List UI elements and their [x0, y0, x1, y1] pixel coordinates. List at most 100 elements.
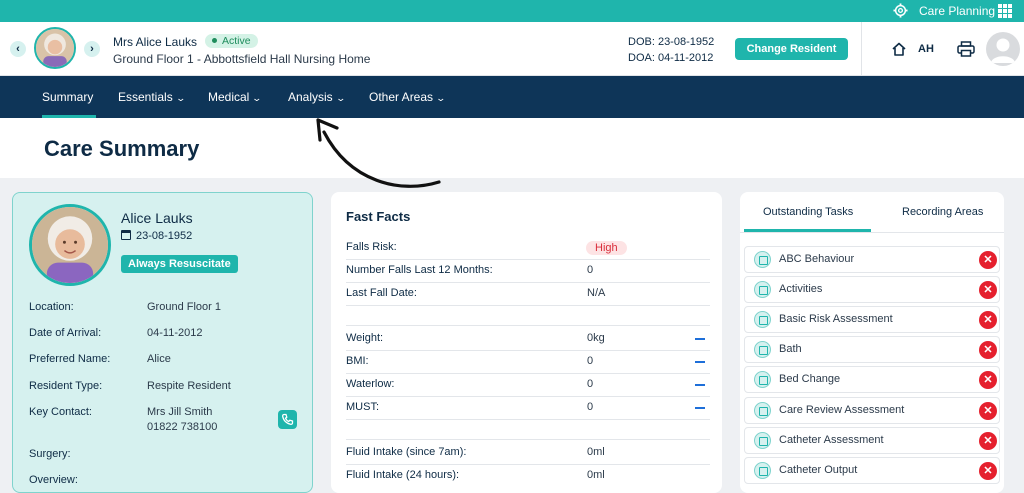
- annotation-arrow-icon: [316, 118, 441, 188]
- task-label: ABC Behaviour: [779, 253, 855, 265]
- top-bar: Care Planning: [0, 0, 1024, 22]
- task-icon: [754, 341, 771, 358]
- close-icon[interactable]: ✕: [979, 371, 997, 389]
- fast-facts-card: Fast Facts Falls Risk: High Number Falls…: [331, 192, 722, 493]
- phone-icon: [282, 413, 294, 425]
- print-icon[interactable]: [957, 41, 975, 57]
- must-label: MUST:: [346, 401, 379, 413]
- last-fall-value: N/A: [587, 287, 606, 299]
- overview-label: Overview:: [29, 474, 78, 486]
- falls-count-label: Number Falls Last 12 Months:: [346, 264, 493, 276]
- fact-row: Weight: 0kg: [346, 328, 710, 351]
- resident-location: Ground Floor 1 - Abbottsfield Hall Nursi…: [113, 52, 371, 66]
- last-fall-label: Last Fall Date:: [346, 287, 417, 299]
- change-resident-button[interactable]: Change Resident: [735, 38, 848, 60]
- tab-medical[interactable]: Medical ⌄: [208, 90, 263, 104]
- close-icon[interactable]: ✕: [979, 462, 997, 480]
- close-icon[interactable]: ✕: [979, 311, 997, 329]
- fact-row: Fluid Intake (since 7am): 0ml: [346, 442, 710, 465]
- chevron-down-icon: ⌄: [175, 93, 186, 103]
- resident-header: ‹ › Mrs Alice Lauks Active Ground Floor …: [0, 22, 1024, 76]
- resident-avatar: [34, 27, 76, 69]
- task-icon: [754, 311, 771, 328]
- task-item[interactable]: Catheter Assessment ✕: [744, 427, 1000, 454]
- task-label: Catheter Output: [779, 464, 858, 476]
- tab-summary[interactable]: Summary: [42, 90, 93, 104]
- key-contact-label: Key Contact:: [29, 406, 92, 418]
- chevron-down-icon: ⌄: [335, 93, 346, 103]
- fact-spacer: [346, 420, 710, 440]
- tab-analysis[interactable]: Analysis ⌄: [288, 90, 346, 104]
- task-item[interactable]: Basic Risk Assessment ✕: [744, 306, 1000, 333]
- task-item[interactable]: Bath ✕: [744, 336, 1000, 363]
- status-dot-icon: [212, 38, 217, 43]
- task-item[interactable]: Catheter Output ✕: [744, 457, 1000, 484]
- task-item[interactable]: Care Review Assessment ✕: [744, 397, 1000, 424]
- chevron-down-icon: ⌄: [435, 93, 447, 103]
- resident-photo: [29, 204, 111, 286]
- arrival-label: Date of Arrival:: [29, 327, 102, 339]
- status-badge: Active: [205, 34, 258, 48]
- tab-recording-areas[interactable]: Recording Areas: [902, 206, 983, 218]
- fact-row: BMI: 0: [346, 351, 710, 374]
- fluid-24h-value: 0ml: [587, 469, 605, 481]
- care-planning-link[interactable]: Care Planning: [919, 4, 995, 18]
- location-value: Ground Floor 1: [147, 301, 221, 313]
- task-icon: [754, 281, 771, 298]
- gear-icon[interactable]: [893, 3, 908, 18]
- resident-dob: DOB: 23-08-1952: [628, 36, 715, 48]
- waterlow-label: Waterlow:: [346, 378, 395, 390]
- apps-grid-icon[interactable]: [998, 4, 1012, 18]
- fast-facts-title: Fast Facts: [346, 209, 411, 224]
- task-label: Bath: [779, 343, 802, 355]
- task-label: Basic Risk Assessment: [779, 313, 893, 325]
- task-label: Activities: [779, 283, 823, 295]
- task-icon: [754, 462, 771, 479]
- close-icon[interactable]: ✕: [979, 251, 997, 269]
- resident-name: Mrs Alice Lauks: [113, 35, 198, 49]
- profile-dob-value: 23-08-1952: [136, 230, 193, 242]
- falls-risk-label: Falls Risk:: [346, 241, 397, 253]
- task-item[interactable]: Activities ✕: [744, 276, 1000, 303]
- chevron-down-icon: ⌄: [251, 93, 263, 103]
- fluid-7am-label: Fluid Intake (since 7am):: [346, 446, 467, 458]
- task-item[interactable]: Bed Change ✕: [744, 366, 1000, 393]
- fluid-24h-label: Fluid Intake (24 hours):: [346, 469, 460, 481]
- task-label: Bed Change: [779, 373, 841, 385]
- page-title: Care Summary: [44, 136, 200, 161]
- user-initials[interactable]: AH: [918, 43, 934, 55]
- tab-essentials[interactable]: Essentials ⌄: [118, 90, 186, 104]
- tab-other-areas-label: Other Areas: [369, 90, 434, 104]
- close-icon[interactable]: ✕: [979, 432, 997, 450]
- preferred-name-label: Preferred Name:: [29, 353, 111, 365]
- user-avatar-icon[interactable]: [986, 32, 1020, 66]
- close-icon[interactable]: ✕: [979, 281, 997, 299]
- resuscitation-badge: Always Resuscitate: [121, 255, 238, 273]
- trend-flat-icon: [695, 361, 705, 363]
- fact-row: Number Falls Last 12 Months: 0: [346, 260, 710, 283]
- fact-row: Last Fall Date: N/A: [346, 283, 710, 306]
- tab-outstanding-tasks[interactable]: Outstanding Tasks: [763, 206, 853, 218]
- fact-row: Fluid Intake (24 hours): 0ml: [346, 465, 710, 488]
- home-icon[interactable]: [891, 41, 907, 57]
- close-icon[interactable]: ✕: [979, 402, 997, 420]
- task-icon: [754, 251, 771, 268]
- key-contact-phone: 01822 738100: [147, 421, 218, 433]
- trend-flat-icon: [695, 338, 705, 340]
- key-contact-name: Mrs Jill Smith: [147, 406, 213, 418]
- must-value: 0: [587, 401, 594, 413]
- previous-resident-button[interactable]: ‹: [10, 41, 26, 57]
- task-label: Care Review Assessment: [779, 404, 905, 416]
- falls-risk-badge: High: [586, 241, 627, 255]
- task-icon: [754, 371, 771, 388]
- close-icon[interactable]: ✕: [979, 341, 997, 359]
- location-label: Location:: [29, 301, 74, 313]
- next-resident-button[interactable]: ›: [84, 41, 100, 57]
- tab-other-areas[interactable]: Other Areas ⌄: [369, 90, 447, 104]
- task-item[interactable]: ABC Behaviour ✕: [744, 246, 1000, 273]
- weight-value: 0kg: [587, 332, 605, 344]
- call-contact-button[interactable]: [278, 410, 297, 429]
- active-tab-indicator: [744, 229, 871, 232]
- calendar-icon: [121, 230, 131, 240]
- resident-doa: DOA: 04-11-2012: [628, 52, 714, 64]
